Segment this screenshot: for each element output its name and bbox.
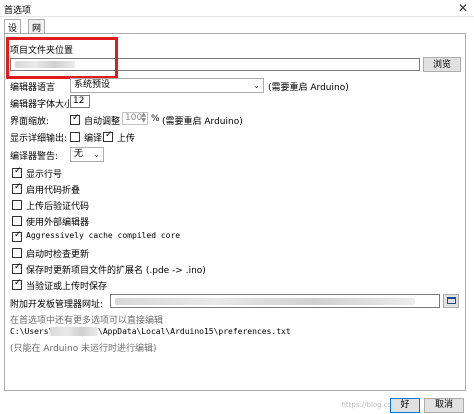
editor-language-select[interactable]: 系统预设 ⌄ — [70, 78, 264, 93]
scale-value: 100 — [125, 113, 143, 123]
title-bar: 首选项 ✕ — [0, 0, 474, 17]
cancel-button[interactable]: 取消 — [424, 398, 464, 413]
option-label-save-on-verify: 当验证或上传时保存 — [26, 282, 108, 292]
chevron-down-icon: ⌄ — [93, 150, 100, 159]
scale-unit: % — [151, 114, 160, 124]
font-size-value: 12 — [73, 96, 85, 106]
prefs-path-suffix[interactable]: \AppData\Local\Arduino15\preferences.txt — [98, 327, 291, 336]
option-label-line-numbers: 显示行号 — [26, 170, 63, 180]
close-icon[interactable]: ✕ — [458, 1, 468, 15]
redacted-url — [115, 298, 415, 305]
prefs-path-prefix[interactable]: C:\Users\ — [10, 327, 53, 336]
window-icon-button[interactable] — [443, 294, 459, 308]
option-checkbox-code-folding[interactable] — [12, 182, 22, 194]
ok-button[interactable]: 好 — [390, 398, 420, 413]
verbose-label: 显示详细输出: — [10, 134, 68, 144]
tab-settings[interactable]: 设置 — [4, 19, 22, 47]
warnings-value: 无 — [74, 149, 84, 159]
warnings-select[interactable]: 无 ⌄ — [70, 147, 104, 162]
editor-language-note: (需要重启 Arduino) — [268, 83, 349, 93]
highlight-box — [6, 37, 118, 79]
option-label-external-editor: 使用外部编辑器 — [26, 218, 90, 228]
window-title: 首选项 — [4, 6, 32, 16]
spinner-icon[interactable]: ▲ ▼ — [141, 112, 146, 124]
more-prefs-note: (只能在 Arduino 未运行时进行编辑) — [10, 344, 157, 354]
option-label-verify-upload: 上传后验证代码 — [26, 202, 90, 212]
option-checkbox-verify-upload[interactable] — [12, 200, 22, 210]
option-checkbox-external-editor[interactable] — [12, 216, 22, 226]
option-checkbox-cache-core[interactable] — [12, 230, 22, 242]
editor-language-label: 编辑器语言 — [10, 83, 56, 93]
browse-button[interactable]: 浏览 — [423, 57, 461, 72]
verbose-upload-checkbox[interactable] — [103, 130, 113, 142]
option-checkbox-save-on-verify[interactable] — [12, 278, 22, 290]
option-label-check-updates: 启动时检查更新 — [26, 250, 90, 260]
scale-note: (需要重启 Arduino) — [162, 117, 243, 127]
scale-label: 界面缩放: — [10, 117, 50, 127]
option-checkbox-line-numbers[interactable] — [12, 166, 22, 178]
verbose-compile-checkbox[interactable] — [70, 132, 80, 142]
board-manager-input[interactable] — [110, 294, 440, 308]
chevron-down-icon: ⌄ — [253, 81, 260, 90]
tab-network[interactable]: 网络 — [28, 19, 46, 47]
option-label-cache-core: Aggressively cache compiled core — [26, 231, 181, 240]
auto-scale-label: 自动调整 — [84, 117, 121, 127]
verbose-compile-label: 编译 — [84, 134, 103, 144]
auto-scale-checkbox[interactable] — [70, 113, 80, 125]
window-icon — [446, 297, 456, 304]
option-checkbox-check-updates[interactable] — [12, 248, 22, 258]
font-size-input[interactable]: 12 — [70, 95, 90, 108]
option-label-update-extension: 保存时更新项目文件的扩展名 (.pde -> .ino) — [26, 266, 206, 276]
scale-input[interactable]: 100 ▲ ▼ — [122, 112, 148, 125]
more-prefs-hint: 在首选项中还有更多选项可以直接编辑 — [10, 316, 164, 326]
font-size-label: 编辑器字体大小 — [10, 100, 74, 110]
editor-language-value: 系统预设 — [74, 80, 111, 90]
warnings-label: 编译器警告: — [10, 152, 59, 162]
option-label-code-folding: 启用代码折叠 — [26, 186, 81, 196]
verbose-upload-label: 上传 — [117, 134, 136, 144]
redacted-username — [50, 327, 98, 336]
board-manager-label: 附加开发板管理器网址: — [10, 300, 104, 310]
option-checkbox-update-extension[interactable] — [12, 262, 22, 274]
